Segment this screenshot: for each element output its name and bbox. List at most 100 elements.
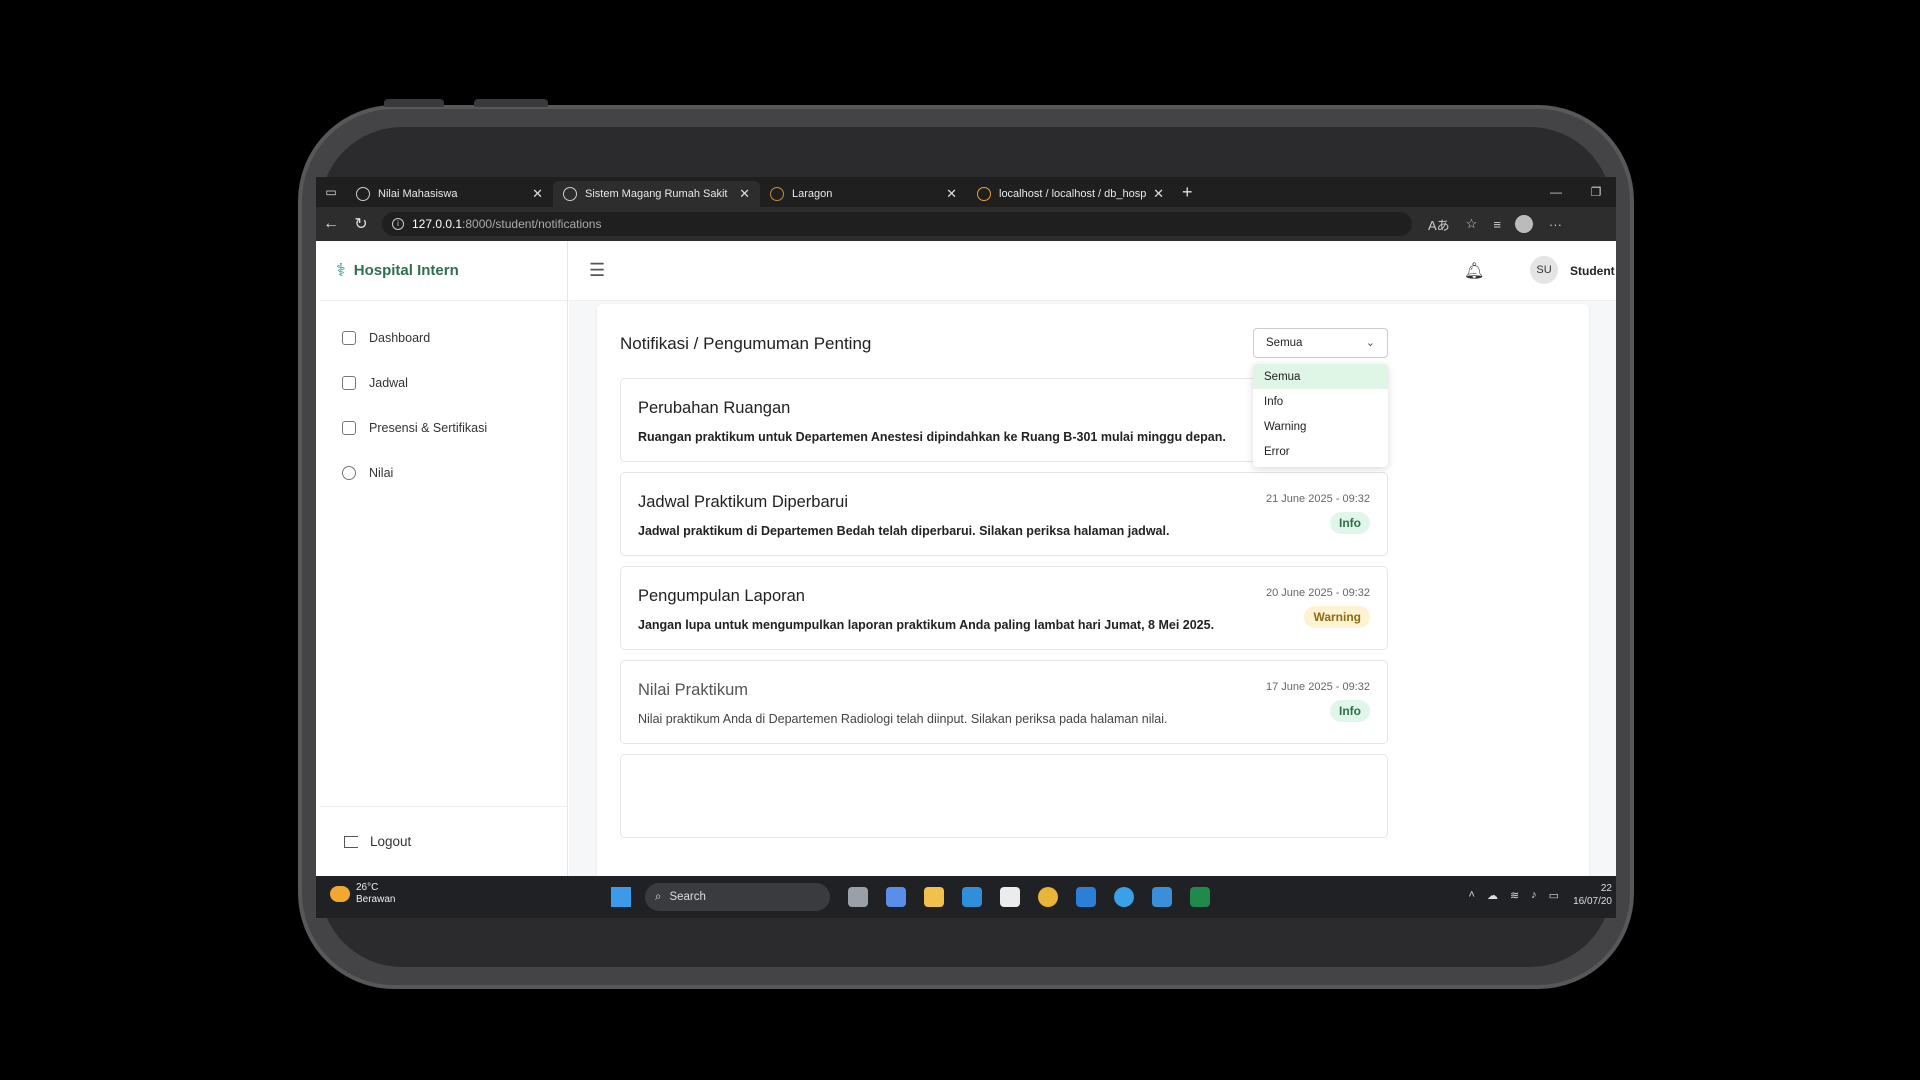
sidebar-item-label: Presensi & Sertifikasi (369, 420, 488, 435)
more-icon[interactable]: ··· (1549, 217, 1562, 232)
profile-avatar-icon[interactable] (1514, 215, 1533, 233)
device-button (474, 99, 548, 107)
phpmyadmin-icon (977, 187, 991, 201)
globe-icon (356, 187, 370, 201)
back-icon[interactable]: ← (316, 215, 346, 233)
tab-label: Laragon (792, 188, 833, 200)
browser-tab-phpmyadmin[interactable]: localhost / localhost / db_hospital ✕ (967, 181, 1174, 207)
close-icon[interactable]: ✕ (1153, 186, 1164, 202)
system-tray: ˄ ☁ ≋ ♪ ▭ 22 16/07/20 (1457, 882, 1613, 908)
notification-title: Perubahan Ruangan (638, 399, 791, 417)
app-icon[interactable] (1114, 887, 1134, 907)
close-icon[interactable]: ✕ (532, 186, 543, 202)
weather-cloud-icon (330, 886, 350, 902)
browser-address-bar: ← ↻ i 127.0.0.1:8000/student/notificatio… (316, 207, 1616, 241)
notification-message: Ruangan praktikum untuk Departemen Anest… (638, 430, 1226, 444)
menu-toggle-icon[interactable]: ☰ (589, 260, 605, 281)
edge-icon[interactable] (962, 887, 982, 907)
taskbar: 26°C Berawan ⌕ Search ˄ ☁ ≋ ♪ ▭ 22 16/07… (316, 876, 1616, 918)
brand[interactable]: ⚕ Hospital Intern (320, 241, 567, 301)
filter-option-info[interactable]: Info (1253, 389, 1388, 414)
new-tab-button[interactable]: + (1182, 182, 1193, 203)
task-view-icon[interactable] (848, 887, 868, 907)
filter-selected-value: Semua (1266, 337, 1303, 349)
clock[interactable]: 22 16/07/20 (1573, 882, 1612, 908)
sidebar-item-jadwal[interactable]: Jadwal (320, 360, 567, 405)
sidebar-menu: Dashboard Jadwal Presensi & Sertifikasi … (320, 301, 567, 495)
notification-card[interactable]: Jadwal Praktikum Diperbarui Jadwal prakt… (620, 472, 1388, 556)
status-badge: Info (1330, 512, 1370, 534)
bell-icon[interactable]: 🔔︎ (1464, 261, 1484, 280)
taskbar-apps: ⌕ Search (611, 883, 1210, 911)
globe-icon (563, 187, 577, 201)
browser-tab-laragon[interactable]: Laragon ✕ (760, 181, 967, 207)
window-controls: — ❐ (1536, 177, 1616, 207)
user-avatar[interactable]: SU (1530, 256, 1558, 284)
minimize-icon[interactable]: — (1536, 177, 1576, 207)
refresh-icon[interactable]: ↻ (346, 214, 376, 234)
notification-card[interactable]: Pengumpulan Laporan Jangan lupa untuk me… (620, 566, 1388, 650)
weather-temp: 26°C (356, 882, 379, 893)
user-name[interactable]: Student User (1570, 264, 1616, 278)
app-icon[interactable] (1152, 887, 1172, 907)
volume-icon[interactable]: ♪ (1531, 889, 1537, 901)
notification-message: Nilai praktikum Anda di Departemen Radio… (638, 712, 1168, 726)
filter-select[interactable]: Semua ⌄ (1253, 328, 1388, 358)
filter-option-semua[interactable]: Semua (1253, 364, 1388, 389)
tab-actions-icon[interactable]: ▭ (316, 177, 346, 207)
logout-button[interactable]: Logout (320, 806, 568, 876)
vscode-icon[interactable] (1076, 887, 1096, 907)
filter-option-error[interactable]: Error (1253, 439, 1388, 464)
browser-tab-sistem[interactable]: Sistem Magang Rumah Sakit ✕ (553, 181, 760, 207)
app-root: ⚕ Hospital Intern Dashboard Jadwal Prese… (320, 241, 1616, 884)
browser-tab-nilai[interactable]: Nilai Mahasiswa ✕ (346, 181, 553, 207)
notification-date: 20 June 2025 - 09:32 (1266, 587, 1370, 599)
cloud-icon[interactable]: ☁ (1487, 889, 1498, 902)
close-icon[interactable]: ✕ (946, 186, 957, 202)
url-host: 127.0.0.1 (412, 217, 463, 231)
chevron-down-icon: ⌄ (1365, 337, 1375, 349)
store-icon[interactable] (1000, 887, 1020, 907)
top-header: ☰ 🔔︎ SU Student User (569, 241, 1616, 301)
status-badge: Info (1330, 700, 1370, 722)
weather-widget[interactable]: 26°C Berawan (330, 882, 395, 906)
chrome-icon[interactable] (1038, 887, 1058, 907)
sidebar-item-label: Jadwal (369, 375, 408, 390)
excel-icon[interactable] (1190, 887, 1210, 907)
windows-start-icon[interactable] (611, 887, 631, 907)
sidebar-item-label: Nilai (369, 465, 394, 480)
wifi-icon[interactable]: ≋ (1510, 889, 1519, 902)
search-label: Search (669, 891, 706, 903)
home-icon (342, 330, 356, 345)
calendar-icon (342, 375, 356, 390)
status-badge: Warning (1304, 606, 1370, 628)
tab-label: Sistem Magang Rumah Sakit (585, 188, 728, 200)
copilot-icon[interactable] (886, 887, 906, 907)
read-aloud-icon[interactable]: Aあ (1428, 215, 1450, 234)
logout-label: Logout (370, 834, 412, 849)
search-icon: ⌕ (655, 890, 662, 903)
tab-label: Nilai Mahasiswa (378, 188, 458, 200)
sidebar-item-presensi[interactable]: Presensi & Sertifikasi (320, 405, 567, 450)
url-path: :8000/student/notifications (462, 217, 602, 231)
filter-option-warning[interactable]: Warning (1253, 414, 1388, 439)
tab-label: localhost / localhost / db_hospital (999, 188, 1148, 200)
notification-card[interactable]: Nilai Praktikum Nilai praktikum Anda di … (620, 660, 1388, 744)
logout-icon (344, 835, 358, 848)
sidebar-item-dashboard[interactable]: Dashboard (320, 315, 567, 360)
sidebar-item-nilai[interactable]: Nilai (320, 450, 567, 495)
notification-card[interactable] (620, 754, 1388, 838)
url-input[interactable]: i 127.0.0.1:8000/student/notifications (382, 212, 1412, 236)
favorites-icon[interactable]: ≡ (1493, 217, 1501, 232)
taskbar-search[interactable]: ⌕ Search (645, 883, 830, 911)
close-icon[interactable]: ✕ (739, 186, 750, 202)
chevron-up-icon[interactable]: ˄ (1469, 889, 1475, 901)
star-icon[interactable]: ☆ (1466, 216, 1478, 232)
laragon-icon (770, 187, 784, 201)
info-icon[interactable]: i (392, 218, 404, 230)
restore-icon[interactable]: ❐ (1576, 177, 1616, 207)
notifications-panel: Notifikasi / Pengumuman Penting Semua ⌄ … (597, 304, 1589, 884)
file-explorer-icon[interactable] (924, 887, 944, 907)
filter-dropdown: Semua Info Warning Error (1253, 364, 1388, 467)
battery-icon[interactable]: ▭ (1549, 889, 1559, 902)
